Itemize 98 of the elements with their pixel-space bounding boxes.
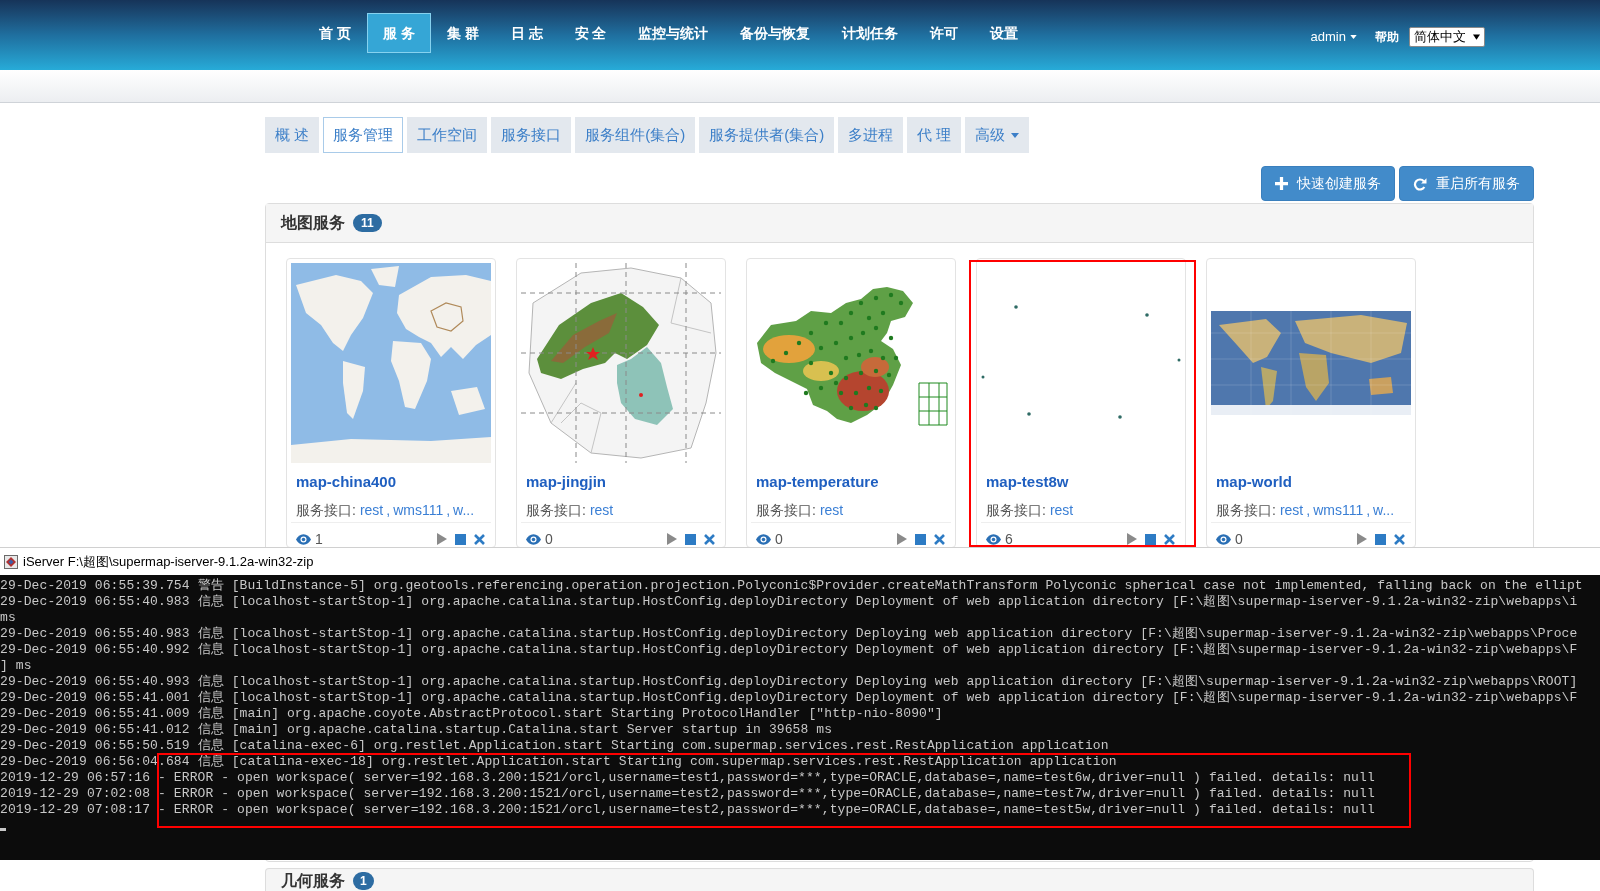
log-line: 29-Dec-2019 06:55:50.519 信息 [catalina-exec-6] org.restlet.Application.start Starting com.supermap.services.rest.RestApplication application xyxy=(0,738,1110,754)
log-line: ms xyxy=(0,610,17,626)
view-count: 0 xyxy=(1235,531,1243,547)
nav-item[interactable]: 安 全 xyxy=(558,13,623,53)
interface-label: 服务接口: xyxy=(1216,501,1276,519)
tab[interactable]: 工作空间 xyxy=(407,117,488,153)
log-line: 29-Dec-2019 06:55:39.754 警告 [BuildInstance-5] org.geotools.referencing.operation.projection.Polyconic$Provider.createMathTransform Polyconic spherical case not implemented, falling back on the ellipt xyxy=(0,578,1584,594)
tab[interactable]: 概 述 xyxy=(265,117,320,153)
eye-icon xyxy=(526,533,541,545)
close-icon[interactable] xyxy=(1164,533,1175,545)
nav-item[interactable]: 服 务 xyxy=(366,13,431,53)
dropdown-arrow-icon xyxy=(1473,34,1480,40)
link-separator: , xyxy=(1366,501,1371,519)
tab[interactable]: 服务组件(集合) xyxy=(575,117,696,153)
refresh-icon xyxy=(1413,176,1427,191)
service-name-link[interactable]: map-test8w xyxy=(986,473,1069,490)
nav-item[interactable]: 备份与恢复 xyxy=(724,13,827,53)
play-icon[interactable] xyxy=(1127,533,1137,545)
caret-icon xyxy=(1011,132,1020,138)
stop-icon[interactable] xyxy=(1375,533,1386,545)
tab[interactable]: 代 理 xyxy=(907,117,962,153)
close-icon[interactable] xyxy=(474,533,485,545)
plus-icon xyxy=(1275,177,1288,190)
window-title: iServer F:\超图\supermap-iserver-9.1.2a-win32-zip xyxy=(23,552,314,571)
interface-label: 服务接口: xyxy=(986,501,1046,519)
stop-icon[interactable] xyxy=(915,533,926,545)
count-badge: 1 xyxy=(353,872,374,890)
count-badge: 11 xyxy=(353,214,382,232)
view-count: 0 xyxy=(775,531,783,547)
nav-item[interactable]: 集 群 xyxy=(430,13,495,53)
log-line: ] ms xyxy=(0,658,33,674)
tab[interactable]: 服务提供者(集合) xyxy=(699,117,835,153)
close-icon[interactable] xyxy=(704,533,715,545)
log-line: 29-Dec-2019 06:55:41.009 信息 [main] org.apache.coyote.AbstractProtocol.start Starting ProtocolHandler ["http-nio-8090"] xyxy=(0,706,944,722)
log-line: 29-Dec-2019 06:55:41.001 信息 [localhost-startStop-1] org.apache.catalina.startup.HostConfig.deployDirectory Deployment of web application directory [F:\超图\supermap-iserver-9.1.2a-win32-zip\webapps\F xyxy=(0,690,1579,706)
interface-label: 服务接口: xyxy=(526,501,586,519)
play-icon[interactable] xyxy=(667,533,677,545)
nav-item[interactable]: 设置 xyxy=(974,13,1035,53)
stop-icon[interactable] xyxy=(1145,533,1156,545)
close-icon[interactable] xyxy=(1394,533,1405,545)
nav-item[interactable]: 计划任务 xyxy=(826,13,915,53)
interface-link[interactable]: rest xyxy=(819,501,844,519)
tab[interactable]: 服务管理 xyxy=(323,117,404,153)
eye-icon xyxy=(1216,533,1231,545)
view-count: 0 xyxy=(545,531,553,547)
interface-link[interactable]: rest xyxy=(359,501,384,519)
interface-link[interactable]: w... xyxy=(453,501,475,519)
interface-link[interactable]: rest xyxy=(1049,501,1074,519)
help-link[interactable]: 帮助 xyxy=(1375,27,1399,47)
eye-icon xyxy=(296,533,311,545)
play-icon[interactable] xyxy=(897,533,907,545)
log-line: 29-Dec-2019 06:55:41.012 信息 [main] org.apache.catalina.startup.Catalina.start Server startup in 39658 ms xyxy=(0,722,834,738)
application-icon xyxy=(4,554,18,569)
stop-icon[interactable] xyxy=(455,533,466,545)
action-button[interactable]: 重启所有服务 xyxy=(1399,166,1534,201)
interface-link[interactable]: rest xyxy=(589,501,614,519)
link-separator: , xyxy=(1306,501,1311,519)
eye-icon xyxy=(986,533,1001,545)
tab[interactable]: 多进程 xyxy=(838,117,904,153)
interface-link[interactable]: w... xyxy=(1373,501,1395,519)
panel-title: 几何服务 xyxy=(281,872,345,890)
user-menu[interactable]: admin xyxy=(1310,27,1357,47)
nav-item[interactable]: 日 志 xyxy=(494,13,559,53)
service-name-link[interactable]: map-china400 xyxy=(296,473,397,490)
nav-item[interactable]: 首 页 xyxy=(303,13,367,53)
log-line: 2019-12-29 07:02:08 - ERROR - open workspace( server=192.168.3.200:1521/orcl,username=test2,password=***,type=ORACLE,database=,name=test7w,driver=null ) failed. details: null xyxy=(0,786,1376,802)
log-line: 2019-12-29 07:08:17 - ERROR - open workspace( server=192.168.3.200:1521/orcl,username=test2,password=***,type=ORACLE,database=,name=test5w,driver=null ) failed. details: null xyxy=(0,802,1376,818)
log-line: 29-Dec-2019 06:55:40.992 信息 [localhost-startStop-1] org.apache.catalina.startup.HostConfig.deployDirectory Deployment of web application directory [F:\超图\supermap-iserver-9.1.2a-win32-zip\webapps\F xyxy=(0,642,1579,658)
text-cursor xyxy=(0,828,6,831)
link-separator: , xyxy=(446,501,451,519)
service-name-link[interactable]: map-temperature xyxy=(756,473,879,490)
tab[interactable]: 服务接口 xyxy=(491,117,572,153)
view-count: 1 xyxy=(315,531,323,547)
caret-icon xyxy=(1350,35,1357,39)
language-select[interactable]: 简体中文 xyxy=(1409,27,1485,47)
interface-label: 服务接口: xyxy=(296,501,356,519)
view-count: 6 xyxy=(1005,531,1013,547)
close-icon[interactable] xyxy=(934,533,945,545)
tab[interactable]: 高级 xyxy=(965,117,1030,153)
log-line: 29-Dec-2019 06:55:40.993 信息 [localhost-startStop-1] org.apache.catalina.startup.HostConfig.deployDirectory Deploying web application directory [F:\超图\supermap-iserver-9.1.2a-win32-zip\webapps\ROOT] xyxy=(0,674,1579,690)
log-line: 29-Dec-2019 06:55:40.983 信息 [localhost-startStop-1] org.apache.catalina.startup.HostConfig.deployDirectory Deployment of web application directory [F:\超图\supermap-iserver-9.1.2a-win32-zip\webapps\i xyxy=(0,594,1579,610)
stop-icon[interactable] xyxy=(685,533,696,545)
service-name-link[interactable]: map-jingjin xyxy=(526,473,606,490)
action-button[interactable]: 快速创建服务 xyxy=(1261,166,1395,201)
nav-item[interactable]: 许可 xyxy=(914,13,975,53)
interface-link[interactable]: wms111 xyxy=(1313,501,1364,519)
interface-link[interactable]: wms111 xyxy=(393,501,444,519)
log-line: 29-Dec-2019 06:55:40.983 信息 [localhost-startStop-1] org.apache.catalina.startup.HostConfig.deployDirectory Deploying web application directory [F:\超图\supermap-iserver-9.1.2a-win32-zip\webapps\Proce xyxy=(0,626,1579,642)
eye-icon xyxy=(756,533,771,545)
interface-link[interactable]: rest xyxy=(1279,501,1304,519)
log-line: 2019-12-29 06:57:16 - ERROR - open workspace( server=192.168.3.200:1521/orcl,username=test1,password=***,type=ORACLE,database=,name=test6w,driver=null ) failed. details: null xyxy=(0,770,1376,786)
service-name-link[interactable]: map-world xyxy=(1216,473,1292,490)
panel-title: 地图服务 xyxy=(281,213,345,233)
link-separator: , xyxy=(386,501,391,519)
interface-label: 服务接口: xyxy=(756,501,816,519)
play-icon[interactable] xyxy=(437,533,447,545)
play-icon[interactable] xyxy=(1357,533,1367,545)
nav-item[interactable]: 监控与统计 xyxy=(622,13,725,53)
